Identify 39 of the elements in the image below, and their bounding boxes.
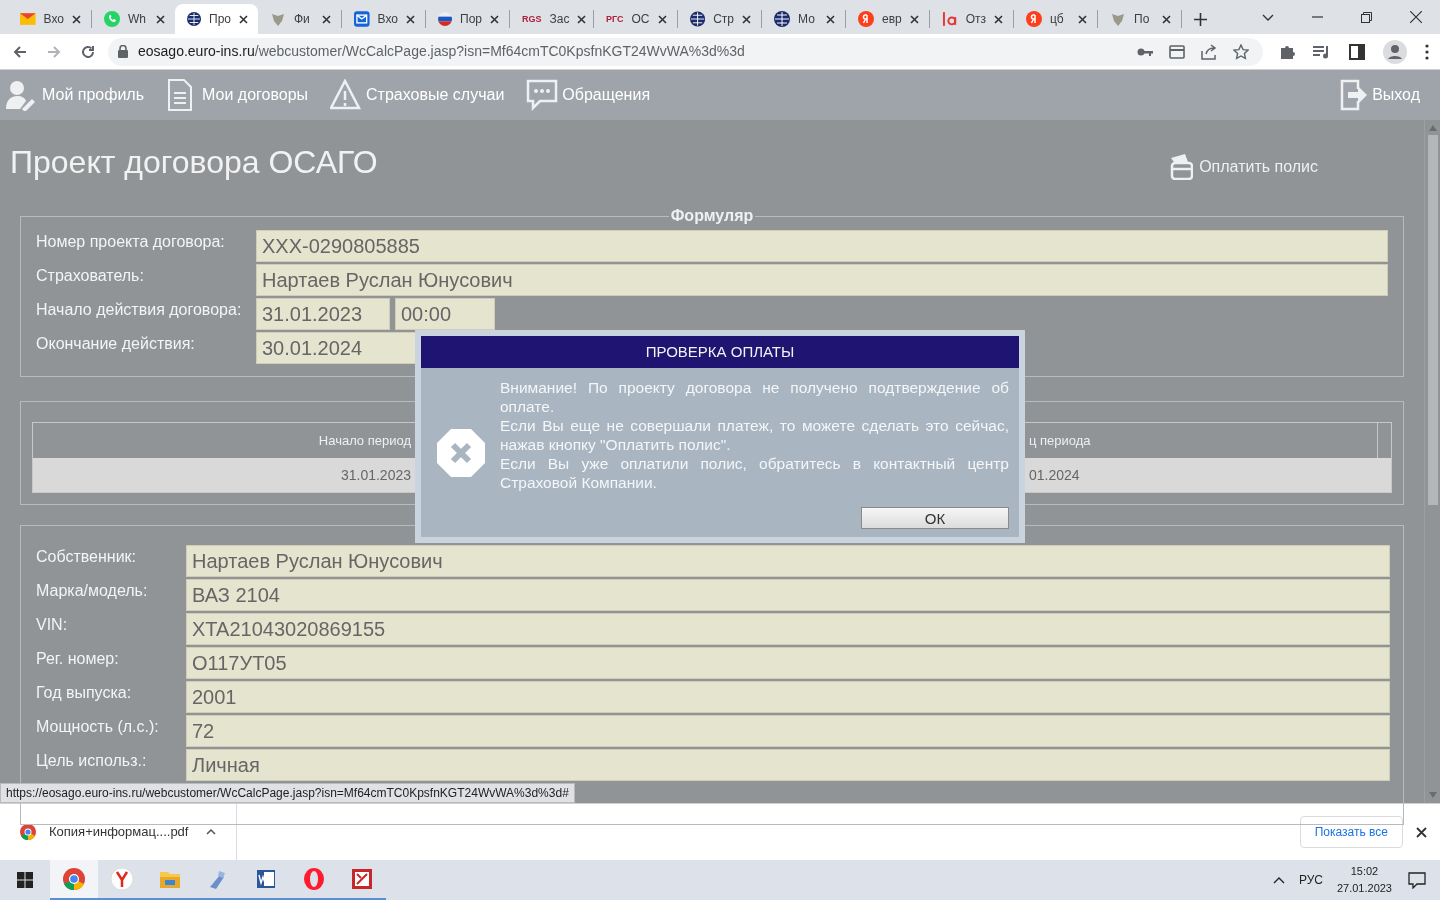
tab-title: Про bbox=[209, 11, 231, 28]
field-label: Собственник: bbox=[36, 547, 138, 567]
tab-title: Отз bbox=[965, 11, 986, 28]
dialog-message: Если Вы еще не совершали платеж, то можете сделать это сейчас, нажав кнопку "Оплатить полис". bbox=[500, 416, 1009, 454]
tab-title: Wh bbox=[128, 11, 146, 28]
tab-title: Фи bbox=[294, 11, 310, 28]
logo-text: РГС bbox=[606, 14, 624, 24]
tab-title: евр bbox=[882, 11, 902, 28]
field-label: VIN: bbox=[36, 615, 69, 635]
tab-title: цб bbox=[1050, 11, 1064, 28]
dialog-message: Внимание! По проекту договора не получено подтверждение об оплате. bbox=[500, 378, 1009, 416]
tab-title: Стр bbox=[713, 11, 734, 28]
table-cell-text: 01.2024 bbox=[1029, 465, 1081, 485]
field-label: Страхователь: bbox=[36, 266, 145, 286]
panel-legend: Формуляр bbox=[668, 204, 756, 228]
field-label: Цель использ.: bbox=[36, 751, 148, 771]
dialog-title: ПРОВЕРКА ОПЛАТЫ bbox=[421, 336, 1019, 368]
dialog-message: Если Вы уже оплатили полис, обратитесь в контактный центр Страховой Компании. bbox=[500, 454, 1009, 492]
tab-title: ОС bbox=[631, 11, 650, 28]
field-label: Начало действия договора: bbox=[36, 300, 243, 320]
field-label: Марка/модель: bbox=[36, 581, 149, 601]
url-text: eosago.euro-ins.ru/webcustomer/WcCalcPage.jasp?isn=Mf64cmTC0KpsfnKGT24WvWA%3d%3d bbox=[138, 42, 745, 61]
field-label: Рег. номер: bbox=[36, 649, 120, 669]
field-label: Окончание действия: bbox=[36, 334, 196, 354]
field-label: Номер проекта договора: bbox=[36, 232, 226, 252]
page-title: Проект договора ОСАГО bbox=[10, 143, 378, 182]
field-label: Год выпуска: bbox=[36, 683, 133, 703]
status-url: https://eosago.euro-ins.ru/webcustomer/WcCalcPage.jasp?isn=Mf64cmTC0KpsfnKGT24WvWA%3d%3d# bbox=[0, 783, 575, 803]
tab-title: Зас bbox=[549, 11, 570, 28]
tab-title: Вхо bbox=[43, 11, 64, 28]
tab-title: Вхо bbox=[377, 11, 398, 28]
logo-text: RGS bbox=[522, 14, 542, 24]
column-header: ц периода bbox=[1029, 431, 1092, 450]
column-header: Начало период bbox=[317, 431, 412, 450]
tab-title: Мо bbox=[798, 11, 815, 28]
field-label: Мощность (л.с.): bbox=[36, 717, 160, 737]
tab-title: Пор bbox=[460, 11, 482, 28]
table-cell-text: 31.01.2023 bbox=[339, 465, 412, 485]
tab-title: По bbox=[1134, 11, 1150, 28]
